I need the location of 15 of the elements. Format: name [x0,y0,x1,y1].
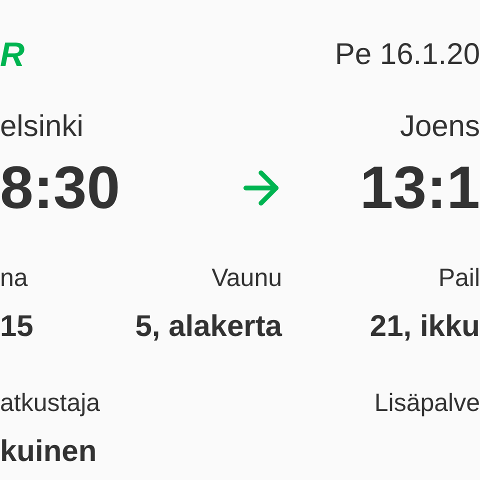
arrival-time: 13:1 [360,153,480,222]
detail-label: Lisäpalve [374,388,480,418]
detail-label: Vaunu [212,264,282,292]
arrival-station: Joens [400,110,480,144]
detail-label: atkustaja [0,388,100,418]
departure-time: 8:30 [0,153,120,222]
logo: R [0,38,25,72]
detail-label: na [0,264,28,292]
detail-value: 5, alakerta [135,310,282,344]
detail-label: Pail [438,264,480,292]
detail-value: 21, ikku [370,310,480,344]
departure-station: elsinki [0,110,84,144]
detail-value: 15 [0,310,34,344]
travel-date: Pe 16.1.20 [334,38,480,72]
detail-value: kuinen [0,434,97,470]
